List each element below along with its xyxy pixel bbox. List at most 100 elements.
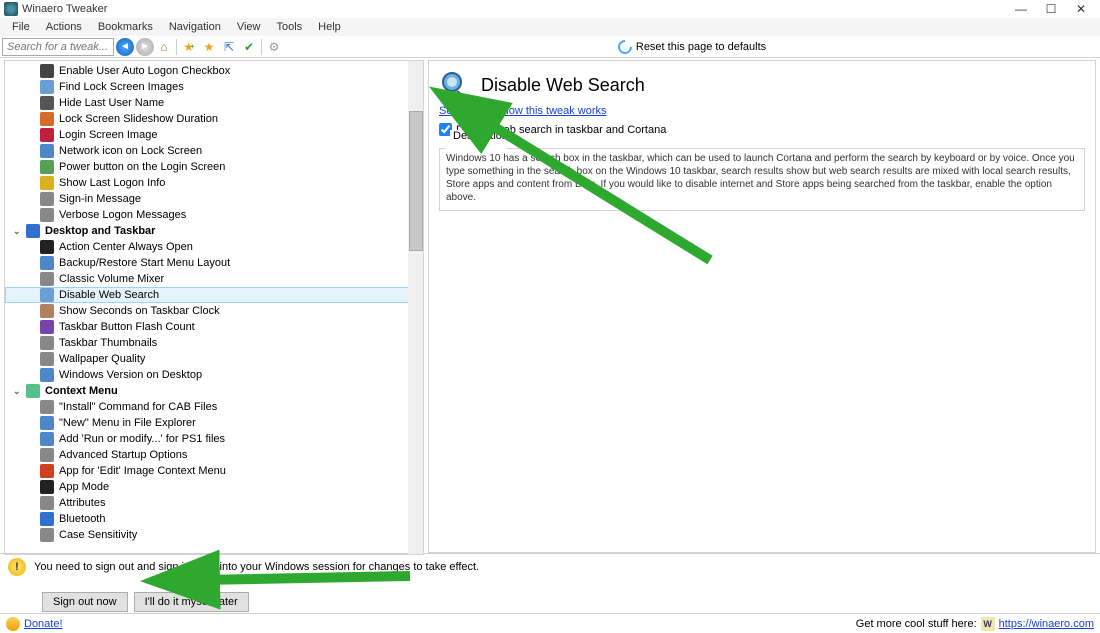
tree-item[interactable]: Taskbar Button Flash Count bbox=[5, 319, 423, 335]
tree-item[interactable]: "New" Menu in File Explorer bbox=[5, 415, 423, 431]
tree-item[interactable]: Advanced Startup Options bbox=[5, 447, 423, 463]
menu-view[interactable]: View bbox=[229, 21, 269, 33]
tree-item[interactable]: Lock Screen Slideshow Duration bbox=[5, 111, 423, 127]
tree-item[interactable]: Show Seconds on Taskbar Clock bbox=[5, 303, 423, 319]
tree-item-label: Windows Version on Desktop bbox=[59, 369, 202, 381]
tree-group-icon bbox=[25, 383, 41, 399]
tree-item-label: Verbose Logon Messages bbox=[59, 209, 186, 221]
description-box: Description Windows 10 has a search box … bbox=[439, 142, 1085, 211]
maximize-button[interactable]: ☐ bbox=[1036, 0, 1066, 18]
tree-item-label: App Mode bbox=[59, 481, 109, 493]
tree-item[interactable]: Disable Web Search bbox=[5, 287, 423, 303]
tree-item-label: Lock Screen Slideshow Duration bbox=[59, 113, 218, 125]
tree-item[interactable]: Enable User Auto Logon Checkbox bbox=[5, 63, 423, 79]
tree-item-label: Advanced Startup Options bbox=[59, 449, 187, 461]
tree-item[interactable]: "Install" Command for CAB Files bbox=[5, 399, 423, 415]
tree-group-label: Context Menu bbox=[45, 385, 118, 397]
tree-item-icon bbox=[39, 95, 55, 111]
import-export-icon[interactable]: ⇱ bbox=[220, 38, 238, 56]
tree-item[interactable]: Show Last Logon Info bbox=[5, 175, 423, 191]
menu-tools[interactable]: Tools bbox=[268, 21, 310, 33]
notice-bar: ! You need to sign out and sign in back … bbox=[0, 553, 1100, 613]
tree-item[interactable]: Login Screen Image bbox=[5, 127, 423, 143]
tree-item[interactable]: App for 'Edit' Image Context Menu bbox=[5, 463, 423, 479]
tree-item-icon bbox=[39, 415, 55, 431]
reset-link[interactable]: Reset this page to defaults bbox=[636, 41, 766, 53]
tree-item-label: Find Lock Screen Images bbox=[59, 81, 184, 93]
tree-item-label: Add 'Run or modify...' for PS1 files bbox=[59, 433, 225, 445]
favorite-add-icon[interactable]: ★+ bbox=[180, 38, 198, 56]
tree-item[interactable]: Bluetooth bbox=[5, 511, 423, 527]
menu-actions[interactable]: Actions bbox=[38, 21, 90, 33]
tree-item-icon bbox=[39, 111, 55, 127]
apply-icon[interactable]: ✔ bbox=[240, 38, 258, 56]
content-icon bbox=[439, 69, 471, 101]
content-pane: Disable Web Search See in detail how thi… bbox=[428, 60, 1096, 553]
tree-item[interactable]: Taskbar Thumbnails bbox=[5, 335, 423, 351]
tree-item-label: Show Seconds on Taskbar Clock bbox=[59, 305, 220, 317]
content-title: Disable Web Search bbox=[481, 75, 645, 96]
tree-item[interactable]: Windows Version on Desktop bbox=[5, 367, 423, 383]
tree-item-icon bbox=[39, 367, 55, 383]
tree-item-label: "Install" Command for CAB Files bbox=[59, 401, 217, 413]
favorite-icon[interactable]: ★ bbox=[200, 38, 218, 56]
tree-item-icon bbox=[39, 399, 55, 415]
tree-group[interactable]: ⌄Desktop and Taskbar bbox=[5, 223, 423, 239]
nav-back-button[interactable]: ◄ bbox=[116, 38, 134, 56]
description-label: Description bbox=[450, 130, 511, 142]
tree-item[interactable]: App Mode bbox=[5, 479, 423, 495]
tree-item-icon bbox=[39, 271, 55, 287]
reset-icon bbox=[615, 37, 635, 57]
sign-out-button[interactable]: Sign out now bbox=[42, 592, 128, 612]
tree-item[interactable]: Wallpaper Quality bbox=[5, 351, 423, 367]
tree-item[interactable]: Hide Last User Name bbox=[5, 95, 423, 111]
tree-item[interactable]: Sign-in Message bbox=[5, 191, 423, 207]
tree-item-icon bbox=[39, 239, 55, 255]
minimize-button[interactable]: — bbox=[1006, 0, 1036, 18]
toolbar: ◄ ► ⌂ ★+ ★ ⇱ ✔ ⚙ Reset this page to defa… bbox=[0, 36, 1100, 58]
donate-link[interactable]: Donate! bbox=[24, 618, 63, 630]
tree-item-icon bbox=[39, 447, 55, 463]
menu-help[interactable]: Help bbox=[310, 21, 349, 33]
scrollbar-thumb[interactable] bbox=[409, 111, 423, 251]
menu-file[interactable]: File bbox=[4, 21, 38, 33]
tree-item[interactable]: Classic Volume Mixer bbox=[5, 271, 423, 287]
tree-item-label: Login Screen Image bbox=[59, 129, 157, 141]
tree-item[interactable]: Find Lock Screen Images bbox=[5, 79, 423, 95]
tree-item-label: Power button on the Login Screen bbox=[59, 161, 225, 173]
tree-item[interactable]: Action Center Always Open bbox=[5, 239, 423, 255]
home-icon[interactable]: ⌂ bbox=[155, 38, 173, 56]
notice-text: You need to sign out and sign in back in… bbox=[34, 561, 479, 573]
close-button[interactable]: ✕ bbox=[1066, 0, 1096, 18]
warning-icon: ! bbox=[8, 558, 26, 576]
window-title: Winaero Tweaker bbox=[22, 3, 107, 15]
tree-item[interactable]: Attributes bbox=[5, 495, 423, 511]
tree-item-icon bbox=[39, 79, 55, 95]
description-text: Windows 10 has a search box in the taskb… bbox=[446, 152, 1078, 204]
tree-item[interactable]: Verbose Logon Messages bbox=[5, 207, 423, 223]
app-icon bbox=[4, 2, 18, 16]
menu-navigation[interactable]: Navigation bbox=[161, 21, 229, 33]
chevron-down-icon[interactable]: ⌄ bbox=[13, 226, 21, 237]
tree-item-icon bbox=[39, 191, 55, 207]
footer-url[interactable]: https://winaero.com bbox=[999, 618, 1094, 630]
tree-item[interactable]: Power button on the Login Screen bbox=[5, 159, 423, 175]
chevron-down-icon[interactable]: ⌄ bbox=[13, 386, 21, 397]
tree-item[interactable]: Case Sensitivity bbox=[5, 527, 423, 543]
tree-item[interactable]: Backup/Restore Start Menu Layout bbox=[5, 255, 423, 271]
search-input[interactable] bbox=[2, 38, 114, 56]
tree-item-icon bbox=[39, 495, 55, 511]
tree-item-label: Classic Volume Mixer bbox=[59, 273, 164, 285]
settings-icon[interactable]: ⚙ bbox=[265, 38, 283, 56]
detail-link[interactable]: See in detail how this tweak works bbox=[439, 105, 607, 117]
tree-pane[interactable]: Enable User Auto Logon Checkbox Find Lock… bbox=[4, 60, 424, 555]
tree-item-label: Case Sensitivity bbox=[59, 529, 137, 541]
menu-bookmarks[interactable]: Bookmarks bbox=[90, 21, 161, 33]
later-button[interactable]: I'll do it myself later bbox=[134, 592, 249, 612]
nav-forward-button[interactable]: ► bbox=[136, 38, 154, 56]
tree-item-label: Action Center Always Open bbox=[59, 241, 193, 253]
tree-group[interactable]: ⌄ Context Menu bbox=[5, 383, 423, 399]
tree-item[interactable]: Add 'Run or modify...' for PS1 files bbox=[5, 431, 423, 447]
tree-item[interactable]: Network icon on Lock Screen bbox=[5, 143, 423, 159]
titlebar: Winaero Tweaker — ☐ ✕ bbox=[0, 0, 1100, 18]
